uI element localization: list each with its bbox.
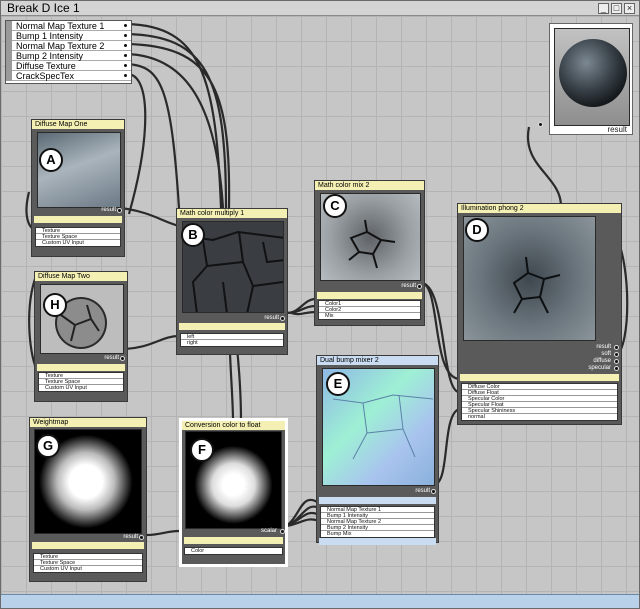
node-badge: A	[39, 148, 63, 172]
node-dual-bump-mixer[interactable]: Dual bump mixer 2 result Normal Map Text…	[316, 355, 439, 545]
node-title: Dual bump mixer 2	[317, 356, 438, 365]
input-list: Normal Map Texture 1 Bump 1 Intensity No…	[320, 506, 435, 538]
output-port[interactable]	[123, 63, 128, 68]
maximize-button[interactable]: □	[611, 3, 622, 14]
node-badge: F	[190, 438, 214, 462]
wire	[145, 529, 180, 537]
output-label: result	[264, 315, 279, 321]
input-list: Color	[184, 547, 283, 555]
node-diffuse-map-one[interactable]: Diffuse Map One result Texture Texture S…	[31, 119, 125, 257]
output-label: result	[101, 207, 116, 213]
node-title: Diffuse Map Two	[35, 272, 127, 281]
output-port[interactable]	[614, 366, 619, 371]
window-title: Break D Ice 1	[7, 1, 80, 15]
wire	[126, 72, 147, 215]
list-item[interactable]: Normal Map Texture 1	[6, 21, 131, 31]
list-item[interactable]: Normal Map Texture 2	[6, 41, 131, 51]
output-port[interactable]	[117, 208, 122, 213]
wire	[126, 62, 181, 209]
input-row[interactable]: Custom UV Input	[36, 240, 120, 246]
node-title: Diffuse Map One	[32, 120, 124, 129]
input-row[interactable]: Bump Mix	[321, 531, 434, 537]
shader-editor-window: Break D Ice 1 _ □ × Normal Map Texture 1…	[0, 0, 640, 609]
output-port[interactable]	[123, 53, 128, 58]
output-port[interactable]	[417, 284, 422, 289]
list-item-label: CrackSpecTex	[16, 71, 75, 81]
output-port[interactable]	[614, 359, 619, 364]
node-badge: D	[465, 218, 489, 242]
output-label: result	[415, 488, 430, 494]
node-math-color-multiply[interactable]: Math color multiply 1 result left right …	[176, 208, 288, 355]
node-badge: C	[323, 194, 347, 218]
output-port[interactable]	[139, 535, 144, 540]
result-node[interactable]: result	[549, 23, 633, 135]
list-item-label: Normal Map Texture 2	[16, 41, 105, 51]
list-item[interactable]: CrackSpecTex	[6, 71, 131, 81]
input-parameter-list: Normal Map Texture 1 Bump 1 Intensity No…	[5, 20, 132, 84]
title-bar: Break D Ice 1 _ □ ×	[1, 1, 639, 16]
input-list: Texture Texture Space Custom UV Input	[38, 372, 124, 392]
output-port[interactable]	[280, 529, 285, 534]
input-row[interactable]: Mix	[319, 313, 420, 319]
node-title: Math color multiply 1	[177, 209, 287, 218]
node-illumination-phong[interactable]: Illumination phong 2 result soft diffuse…	[457, 203, 622, 425]
input-row[interactable]: Color	[185, 548, 282, 554]
list-item-label: Diffuse Texture	[16, 61, 76, 71]
list-item[interactable]: Bump 2 Intensity	[6, 51, 131, 61]
list-item-label: Normal Map Texture 1	[16, 21, 105, 31]
input-list: Diffuse Color Diffuse Float Specular Col…	[461, 383, 618, 421]
node-title: Conversion color to float	[182, 421, 285, 430]
output-port[interactable]	[614, 345, 619, 350]
node-math-color-mix[interactable]: Math color mix 2 result Color1 Color2 Mi…	[314, 180, 425, 326]
output-port[interactable]	[123, 33, 128, 38]
output-label: result	[104, 355, 119, 361]
input-row[interactable]: right	[181, 340, 283, 346]
list-item-label: Bump 2 Intensity	[16, 51, 84, 61]
input-row[interactable]: Custom UV Input	[39, 385, 123, 391]
output-label: result	[401, 283, 416, 289]
node-title: Illumination phong 2	[458, 204, 621, 213]
node-badge: E	[326, 372, 350, 396]
wire	[120, 334, 180, 351]
input-list: left right	[180, 333, 284, 347]
status-bar	[1, 594, 639, 608]
node-badge: G	[36, 434, 60, 458]
output-label: specular	[588, 365, 611, 371]
result-label: result	[607, 125, 627, 134]
close-button[interactable]: ×	[624, 3, 635, 14]
node-badge: B	[181, 223, 205, 247]
input-list: Color1 Color2 Mix	[318, 300, 421, 320]
list-item[interactable]: Bump 1 Intensity	[6, 31, 131, 41]
output-port[interactable]	[614, 352, 619, 357]
input-row[interactable]: Custom UV Input	[34, 566, 142, 572]
input-row[interactable]: normal	[462, 414, 617, 420]
output-port[interactable]	[431, 489, 436, 494]
input-list: Texture Texture Space Custom UV Input	[33, 553, 143, 573]
wire	[526, 126, 563, 207]
list-item-label: Bump 1 Intensity	[16, 31, 84, 41]
output-port[interactable]	[120, 356, 125, 361]
result-input-port[interactable]	[538, 122, 543, 127]
output-port[interactable]	[123, 73, 128, 78]
output-port[interactable]	[123, 23, 128, 28]
output-port[interactable]	[123, 43, 128, 48]
input-list: Texture Texture Space Custom UV Input	[35, 227, 121, 247]
node-graph-canvas[interactable]: Normal Map Texture 1 Bump 1 Intensity No…	[1, 16, 639, 594]
node-title: Math color mix 2	[315, 181, 424, 190]
node-diffuse-map-two[interactable]: Diffuse Map Two result Texture Texture S…	[34, 271, 128, 402]
node-badge: H	[43, 293, 67, 317]
output-port[interactable]	[280, 316, 285, 321]
list-item[interactable]: Diffuse Texture	[6, 61, 131, 71]
node-conversion-color-to-float[interactable]: Conversion color to float scalar Color F	[179, 418, 288, 567]
minimize-button[interactable]: _	[598, 3, 609, 14]
output-label: result	[123, 534, 138, 540]
output-label: scalar	[260, 528, 277, 534]
result-preview	[554, 28, 630, 126]
node-title: Weightmap	[30, 418, 146, 427]
node-weightmap[interactable]: Weightmap result Texture Texture Space C…	[29, 417, 147, 582]
